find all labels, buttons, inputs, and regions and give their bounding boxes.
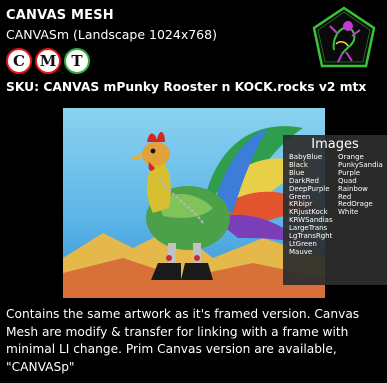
- images-panel: Images BabyBlue Black Blue DarkRed DeepP…: [283, 135, 387, 285]
- product-title: CANVAS MESH: [6, 8, 114, 23]
- images-column-left: BabyBlue Black Blue DarkRed DeepPurple G…: [289, 153, 338, 257]
- images-panel-title: Images: [311, 137, 359, 152]
- images-list: BabyBlue Black Blue DarkRed DeepPurple G…: [283, 153, 387, 257]
- images-column-right: Orange PunkySandia Purple Quad Rainbow R…: [338, 153, 387, 257]
- modify-badge: M: [35, 48, 61, 74]
- sku-label: SKU: CANVAS mPunky Rooster n KOCK.rocks …: [6, 80, 367, 94]
- copy-badge: C: [6, 48, 32, 74]
- brand-logo: [312, 6, 376, 68]
- image-option[interactable]: Mauve: [289, 248, 338, 257]
- product-description: Contains the same artwork as it's framed…: [6, 307, 360, 374]
- product-subtitle: CANVASm (Landscape 1024x768): [6, 27, 217, 42]
- permission-badges: C M T: [6, 48, 90, 74]
- transfer-badge: T: [64, 48, 90, 74]
- image-option[interactable]: White: [338, 208, 387, 217]
